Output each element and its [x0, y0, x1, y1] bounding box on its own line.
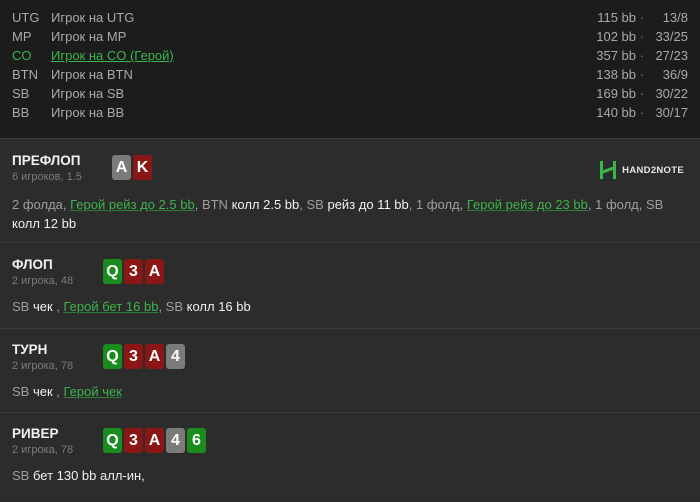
player-stats: 27/23	[655, 48, 688, 63]
player-stats: 30/22	[655, 86, 688, 101]
action-text: чек	[32, 299, 53, 314]
playing-card: Q	[103, 259, 122, 284]
hero-action: Герой рейз до 23 bb	[466, 197, 588, 212]
player-name: Игрок на SB	[51, 86, 125, 101]
separator-dot: ·	[639, 105, 644, 120]
action-text: чек	[32, 384, 53, 399]
street-title: ТУРН	[12, 342, 48, 357]
player-row: CO Игрок на CO (Герой) 357 bb · 27/23	[12, 46, 688, 65]
action-prefix: SB	[12, 384, 33, 399]
playing-card: A	[145, 344, 164, 369]
street-title: РИВЕР	[12, 426, 59, 441]
player-position: SB	[12, 86, 30, 101]
player-stack: 169 bb	[596, 86, 636, 101]
player-position: MP	[12, 29, 32, 44]
separator-dot: ·	[639, 86, 644, 101]
action-prefix: , 1 фолд, SB	[587, 197, 664, 212]
playing-card: A	[145, 259, 164, 284]
hand2note-logo-icon	[600, 161, 617, 179]
player-stats: 33/25	[655, 29, 688, 44]
player-stack: 115 bb	[597, 10, 636, 25]
action-line: SB чек , Герой чек	[12, 382, 688, 402]
playing-card: A	[145, 428, 164, 453]
action-text: колл 12 bb	[12, 216, 77, 231]
player-stack: 102 bb	[596, 29, 636, 44]
action-prefix: , 1 фолд,	[408, 197, 467, 212]
turn-section: ТУРН 2 игрока, 78 Q3A4 SB чек , Герой че…	[0, 329, 700, 413]
player-position: CO	[12, 48, 32, 63]
action-prefix: , SB	[158, 299, 187, 314]
playing-card: 3	[124, 428, 143, 453]
action-prefix: ,	[52, 384, 64, 399]
players-panel: UTG Игрок на UTG 115 bb · 13/8 MP Игрок на MP 1…	[0, 0, 700, 139]
action-prefix: ,	[52, 299, 64, 314]
player-stats: 30/17	[655, 105, 688, 120]
separator-dot: ·	[639, 48, 644, 63]
hero-action: Герой рейз до 2.5 bb	[70, 197, 195, 212]
action-prefix: SB	[12, 299, 33, 314]
action-text: рейз до 11 bb	[327, 197, 409, 212]
hero-action: Герой бет 16 bb	[63, 299, 159, 314]
street-subtitle: 2 игрока, 78	[12, 360, 74, 372]
playing-card: 6	[187, 428, 206, 453]
flop-section: ФЛОП 2 игрока, 48 Q3A SB чек , Герой бет…	[0, 243, 700, 329]
playing-card: 3	[124, 259, 143, 284]
player-row: BTN Игрок на BTN 138 bb · 36/9	[12, 65, 688, 84]
action-line: 2 фолда, Герой рейз до 2.5 bb, BTN колл …	[12, 195, 688, 215]
player-stack: 357 bb	[596, 48, 636, 63]
player-position: BB	[12, 105, 30, 120]
separator-dot: ·	[639, 67, 644, 82]
action-prefix: SB	[12, 468, 33, 483]
action-prefix: 2 фолда,	[12, 197, 71, 212]
action-text: колл 2.5 bb	[231, 197, 300, 212]
playing-card: Q	[103, 428, 122, 453]
street-title: ПРЕФЛОП	[12, 153, 81, 168]
playing-card: Q	[103, 344, 122, 369]
street-subtitle: 2 игрока, 48	[12, 275, 74, 287]
player-row: UTG Игрок на UTG 115 bb · 13/8	[12, 8, 688, 27]
board-cards: Q3A4	[103, 344, 185, 369]
logo-text: HAND2NOTE	[622, 164, 684, 176]
player-stack: 138 bb	[596, 67, 636, 82]
player-row: BB Игрок на BB 140 bb · 30/17	[12, 103, 688, 122]
action-line: SB чек , Герой бет 16 bb, SB колл 16 bb	[12, 297, 688, 317]
separator-dot: ·	[639, 29, 644, 44]
player-name: Игрок на MP	[51, 29, 127, 44]
player-stats: 13/8	[662, 10, 688, 25]
hero-action: Герой чек	[63, 384, 122, 399]
action-text: бет 130 bb алл-ин,	[32, 468, 145, 483]
street-subtitle: 6 игроков, 1.5	[12, 171, 82, 183]
playing-card: 4	[166, 344, 185, 369]
player-stats: 36/9	[662, 67, 688, 82]
action-prefix: , SB	[299, 197, 328, 212]
action-line: SB бет 130 bb алл-ин,	[12, 466, 688, 486]
street-subtitle: 2 игрока, 78	[12, 444, 74, 456]
player-row: SB Игрок на SB 169 bb · 30/22	[12, 84, 688, 103]
separator-dot: ·	[639, 10, 644, 25]
hand2note-logo: HAND2NOTE	[598, 160, 684, 180]
river-section: РИВЕР 2 игрока, 78 Q3A46 SB бет 130 bb а…	[0, 413, 700, 501]
action-prefix: , BTN	[194, 197, 232, 212]
playing-card: A	[112, 155, 131, 180]
action-text: колл 16 bb	[186, 299, 251, 314]
player-name: Игрок на BB	[51, 105, 125, 120]
player-name: Игрок на UTG	[51, 10, 135, 25]
player-position: UTG	[12, 10, 40, 25]
player-position: BTN	[12, 67, 38, 82]
board-cards: Q3A	[103, 259, 164, 284]
player-name: Игрок на BTN	[51, 67, 133, 82]
playing-card: 3	[124, 344, 143, 369]
hero-cards: AK	[112, 155, 152, 180]
street-title: ФЛОП	[12, 257, 53, 272]
action-line: колл 12 bb	[12, 214, 688, 234]
player-name: Игрок на CO (Герой)	[51, 48, 174, 63]
player-row: MP Игрок на MP 102 bb · 33/25	[12, 27, 688, 46]
playing-card: K	[133, 155, 152, 180]
playing-card: 4	[166, 428, 185, 453]
preflop-section: ПРЕФЛОП 6 игроков, 1.5 AK 2 фолда, Герой…	[0, 139, 700, 243]
player-stack: 140 bb	[596, 105, 636, 120]
board-cards: Q3A46	[103, 428, 206, 453]
